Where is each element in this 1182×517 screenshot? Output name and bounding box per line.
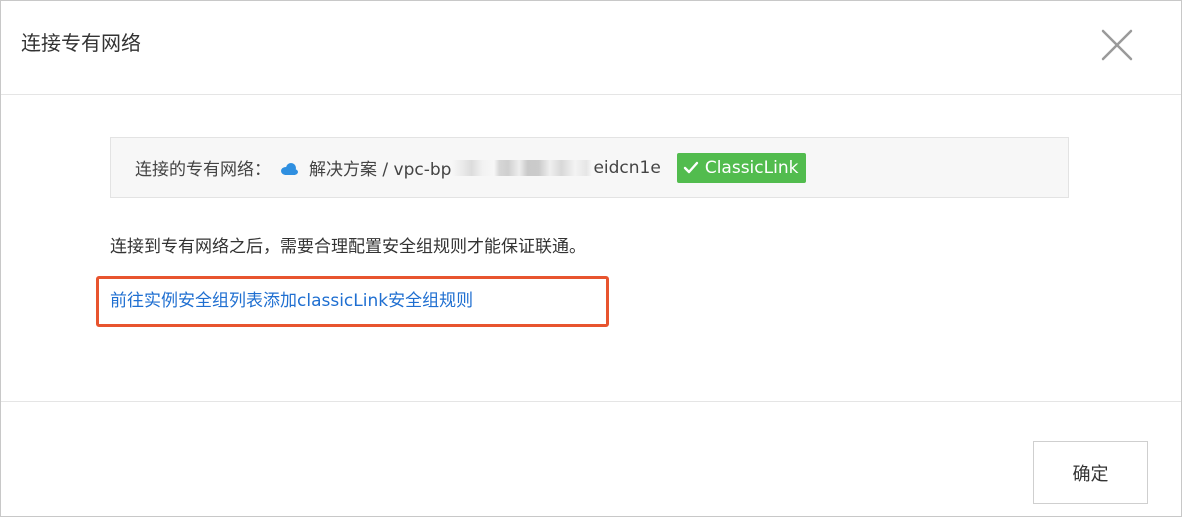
redacted-vpc-id: [452, 159, 593, 176]
vpc-name: 解决方案 / vpc-bp: [309, 160, 452, 180]
close-icon[interactable]: [1099, 27, 1135, 63]
cloud-icon: [279, 161, 299, 175]
badge-label: ClassicLink: [704, 157, 799, 178]
security-group-rule-link[interactable]: 前往实例安全组列表添加classicLink安全组规则: [110, 288, 473, 314]
vpc-id-suffix: eidcn1e: [593, 157, 661, 178]
ok-button[interactable]: 确定: [1033, 441, 1148, 504]
check-icon: [683, 161, 699, 173]
connect-vpc-dialog: 连接专有网络 连接的专有网络： 解决方案 / vpc-bp eidcn1e Cl…: [0, 0, 1182, 517]
vpc-info-box: 连接的专有网络： 解决方案 / vpc-bp eidcn1e ClassicLi…: [110, 137, 1069, 198]
dialog-footer: 确定: [1, 401, 1181, 517]
dialog-header: 连接专有网络: [1, 1, 1181, 95]
dialog-body: 连接的专有网络： 解决方案 / vpc-bp eidcn1e ClassicLi…: [1, 95, 1181, 401]
classiclink-badge: ClassicLink: [676, 152, 807, 183]
vpc-info-row: 连接的专有网络： 解决方案 / vpc-bp eidcn1e ClassicLi…: [135, 138, 807, 197]
dialog-title: 连接专有网络: [21, 31, 141, 55]
notice-text: 连接到专有网络之后，需要合理配置安全组规则才能保证联通。: [110, 237, 586, 257]
link-highlight-box: 前往实例安全组列表添加classicLink安全组规则: [96, 276, 609, 327]
vpc-label: 连接的专有网络：: [135, 160, 271, 180]
